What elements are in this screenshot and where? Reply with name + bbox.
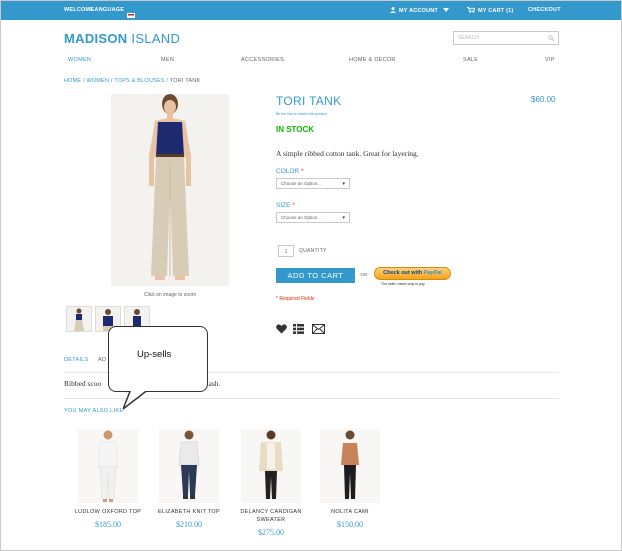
product-description: A simple ribbed cotton tank. Great for l… [276, 149, 419, 158]
tab-details[interactable]: DETAILS [64, 357, 89, 363]
language-switcher[interactable]: LANGUAGE [91, 7, 136, 18]
breadcrumb-home[interactable]: HOME [64, 78, 81, 84]
upsell-product[interactable]: NOLITA CAMI $150.00 [310, 429, 390, 529]
quantity-input[interactable]: 1 [278, 245, 294, 257]
size-select[interactable]: Choose an Option... ▾ [276, 212, 350, 223]
color-label: COLOR * [276, 168, 303, 175]
size-label: SIZE * [276, 202, 295, 209]
nav-home-decor[interactable]: HOME & DECOR [349, 57, 396, 63]
quantity-label: QUANTITY [299, 248, 327, 254]
search-input[interactable]: SEARCH [453, 31, 559, 45]
paypal-brand: PayPal [423, 270, 442, 276]
required-fields-note: * Required Fields [276, 296, 315, 302]
paypal-checkout-button[interactable]: Check out with PayPal [374, 267, 451, 280]
compare-icon[interactable] [293, 321, 304, 339]
product-name: TORI TANK [276, 94, 342, 108]
color-select[interactable]: Choose an Option... ▾ [276, 178, 350, 189]
search-icon[interactable] [548, 35, 554, 41]
my-cart-label: MY CART (1) [478, 8, 514, 14]
chevron-down-icon: ▾ [342, 181, 345, 187]
paypal-tagline: The safer, easier way to pay [381, 282, 425, 286]
dropdown-icon [442, 8, 449, 12]
upsell-product-price: $185.00 [95, 520, 121, 529]
upsell-product-price: $275.00 [258, 528, 284, 537]
flag-icon [127, 13, 136, 18]
nav-sale[interactable]: SALE [463, 57, 478, 63]
color-select-value: Choose an Option... [281, 181, 322, 186]
stock-status: IN STOCK [276, 125, 315, 134]
upsell-product-name[interactable]: DELANCY CARDIGAN SWEATER [231, 508, 311, 524]
required-marker: * [292, 202, 295, 209]
upsell-product[interactable]: LUDLOW OXFORD TOP $185.00 [68, 429, 148, 529]
upsell-product[interactable]: ELIZABETH KNIT TOP $210.00 [149, 429, 229, 529]
callout-text: Up-sells [137, 349, 172, 360]
callout-pointer [123, 390, 151, 410]
product-price: $60.00 [531, 95, 556, 104]
heart-icon[interactable] [276, 321, 287, 339]
zoom-note: Click on image to zoom [144, 292, 196, 298]
review-link[interactable]: Be the first to review this product [276, 112, 327, 116]
logo-bold: MADISON [64, 31, 128, 46]
or-separator: -OR- [359, 272, 369, 277]
upsell-product-image[interactable] [320, 429, 380, 503]
paypal-label: Check out with [383, 270, 424, 276]
upsell-product-name[interactable]: NOLITA CAMI [310, 508, 390, 516]
upsell-product-name[interactable]: ELIZABETH KNIT TOP [149, 508, 229, 516]
upsell-product-image[interactable] [241, 429, 301, 503]
upsells-title: YOU MAY ALSO LIKE [64, 408, 124, 414]
nav-men[interactable]: MEN [161, 57, 174, 63]
checkout-link[interactable]: CHECKOUT [528, 7, 561, 13]
cart-icon [467, 7, 475, 13]
breadcrumb-current: TORI TANK [169, 78, 201, 84]
tab-content-left: Ribbed scoo [64, 379, 102, 388]
upsell-product-image[interactable] [78, 429, 138, 503]
nav-accessories[interactable]: ACCESSORIES [241, 57, 284, 63]
nav-vip[interactable]: VIP [545, 57, 555, 63]
tab-additional[interactable]: AD [98, 357, 106, 363]
logo-light: ISLAND [127, 31, 181, 46]
upsell-product-name[interactable]: LUDLOW OXFORD TOP [68, 508, 148, 516]
size-select-value: Choose an Option... [281, 215, 322, 220]
nav-women[interactable]: WOMEN [68, 57, 91, 63]
size-label-text: SIZE [276, 202, 291, 209]
upsell-product-price: $150.00 [337, 520, 363, 529]
breadcrumb: HOME / WOMEN / TOPS & BLOUSES / TORI TAN… [64, 78, 200, 84]
my-account-label: MY ACCOUNT [399, 8, 438, 14]
model-photo [149, 94, 191, 280]
chevron-down-icon: ▾ [342, 215, 345, 221]
my-cart-link[interactable]: MY CART (1) [467, 7, 513, 14]
email-icon[interactable] [312, 321, 325, 339]
upsell-product-image[interactable] [159, 429, 219, 503]
thumbnail-image [74, 308, 84, 331]
language-label: LANGUAGE [91, 7, 125, 13]
upsells-callout: Up-sells [108, 326, 208, 392]
upsell-product-price: $210.00 [176, 520, 202, 529]
breadcrumb-women[interactable]: WOMEN [87, 78, 110, 84]
site-logo[interactable]: MADISON ISLAND [64, 31, 180, 46]
my-account-link[interactable]: MY ACCOUNT [390, 7, 449, 14]
breadcrumb-category[interactable]: TOPS & BLOUSES [114, 78, 164, 84]
product-main-image[interactable] [111, 94, 229, 286]
account-icon [390, 7, 396, 13]
search-placeholder: SEARCH [458, 35, 479, 41]
color-label-text: COLOR [276, 168, 300, 175]
required-marker: * [300, 168, 304, 175]
upsell-product[interactable]: DELANCY CARDIGAN SWEATER $275.00 [231, 429, 311, 537]
product-thumbnail[interactable] [66, 306, 92, 332]
welcome-text: WELCOME [64, 7, 95, 13]
top-bar: WELCOME LANGUAGE MY ACCOUNT MY CART (1) … [1, 1, 621, 20]
add-to-cart-button[interactable]: ADD TO CART [276, 268, 355, 283]
